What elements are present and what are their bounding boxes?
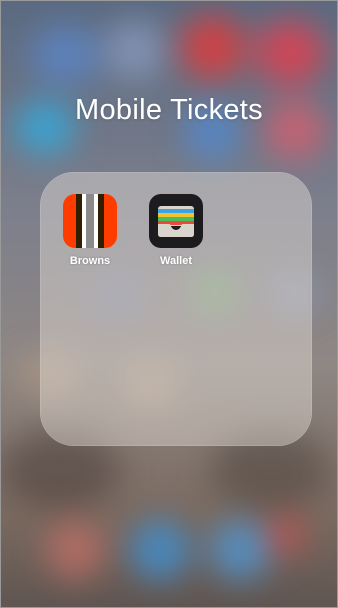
folder-panel: Browns Wallet xyxy=(40,172,312,446)
app-browns[interactable]: Browns xyxy=(58,194,122,267)
browns-helmet-stripes-icon[interactable] xyxy=(63,194,117,248)
app-label-browns: Browns xyxy=(69,255,111,267)
folder-title[interactable]: Mobile Tickets xyxy=(0,94,338,127)
app-label-wallet: Wallet xyxy=(160,255,192,267)
app-wallet[interactable]: Wallet xyxy=(144,194,208,267)
home-screen: Mobile Tickets Browns Wallet xyxy=(0,0,338,608)
wallet-cards-icon[interactable] xyxy=(149,194,203,248)
